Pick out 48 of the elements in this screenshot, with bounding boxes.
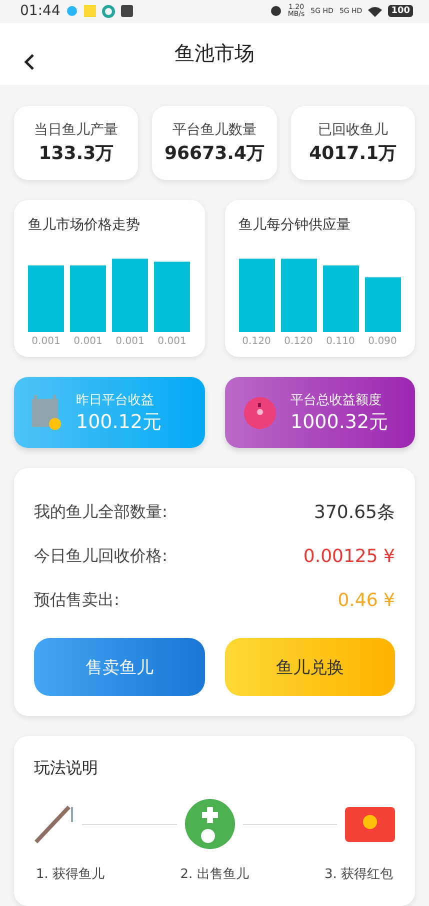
bar-value-label: 0.120 (241, 336, 272, 347)
step-label: 1. 获得鱼儿 (36, 866, 105, 883)
stat-label: 平台鱼儿数量 (172, 121, 256, 139)
bar (70, 265, 106, 332)
income-value: 1000.32元 (290, 410, 388, 434)
step-label: 2. 出售鱼儿 (180, 866, 249, 883)
exchange-button[interactable]: 鱼儿兑换 (224, 638, 395, 696)
plus-circle-icon (184, 799, 234, 849)
status-time: 01:44 (20, 3, 60, 20)
summary-value: 0.46 ¥ (338, 590, 395, 610)
bar-value-label: 0.090 (367, 336, 398, 347)
income-label: 昨日平台收益 (76, 392, 155, 408)
stat-label: 已回收鱼儿 (318, 121, 388, 139)
summary-value: 0.00125 ¥ (303, 546, 395, 566)
ring-icon (102, 4, 116, 18)
guide-title: 玩法说明 (34, 758, 98, 777)
bar-value-label: 0.110 (325, 336, 356, 347)
fishing-rod-icon (34, 804, 74, 844)
step-label: 3. 获得红包 (324, 866, 393, 883)
bar-value-label: 0.001 (156, 336, 188, 347)
bar (364, 277, 400, 332)
bar (154, 262, 190, 332)
bar-value-label: 0.001 (114, 336, 146, 347)
bar (322, 265, 358, 332)
income-value: 100.12元 (76, 410, 162, 434)
coin-icon (242, 396, 276, 430)
bar-value-label: 0.001 (30, 336, 62, 347)
stat-value: 133.3万 (38, 142, 114, 165)
sell-button[interactable]: 售卖鱼儿 (34, 638, 204, 696)
wifi-icon (368, 6, 382, 17)
chart-title: 鱼儿市场价格走势 (28, 216, 141, 234)
income-label: 平台总收益额度 (290, 392, 382, 408)
battery-level: 100 (388, 5, 413, 18)
calendar-coin-icon (32, 394, 62, 430)
envelope-icon (345, 806, 395, 842)
bar-value-label: 0.001 (72, 336, 104, 347)
bar-value-label: 0.120 (283, 336, 314, 347)
stat-value: 96673.4万 (164, 142, 264, 165)
summary-label: 预估售卖出: (34, 590, 120, 610)
bar (28, 265, 64, 332)
stat-value: 4017.1万 (309, 142, 397, 165)
stat-label: 当日鱼儿产量 (34, 121, 118, 139)
summary-label: 我的鱼儿全部数量: (34, 502, 168, 522)
app-icon (84, 5, 96, 18)
page-title: 鱼池市场 (174, 40, 254, 68)
chart-title: 鱼儿每分钟供应量 (238, 216, 352, 234)
summary-label: 今日鱼儿回收价格: (34, 546, 168, 566)
summary-value: 370.65条 (314, 501, 395, 524)
